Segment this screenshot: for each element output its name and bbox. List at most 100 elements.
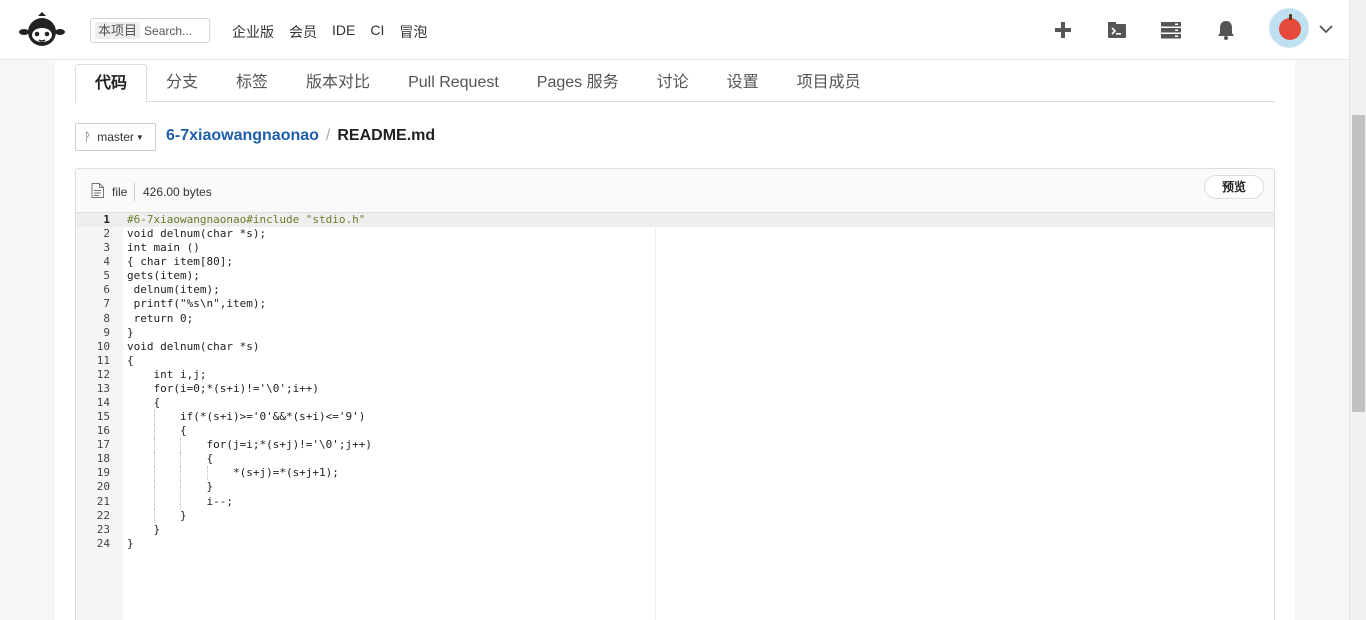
code-area: 1 #6-7xiaowangnaonao#include "stdio.h" 2 vo… — [76, 213, 1274, 620]
code-text: int i,j; — [127, 367, 207, 381]
branch-selector[interactable]: ᚹ master ▼ — [75, 123, 156, 151]
code-line: 23 } — [76, 523, 1274, 537]
code-line: 21 i--; — [76, 494, 1274, 509]
code-line: 7 printf("%s\n",item); — [76, 297, 1274, 311]
code-line: 2 void delnum(char *s); — [76, 227, 1274, 241]
line-number: 1 — [103, 213, 110, 226]
file-viewer: file 426.00 bytes 预览 1 #6-7xiaowangnaonao… — [75, 168, 1275, 620]
search-box[interactable]: 本项目 — [90, 18, 210, 43]
code-text: #6-7xiaowangnaonao#include "stdio.h" — [127, 213, 366, 226]
line-number: 16 — [96, 424, 110, 438]
search-scope-label[interactable]: 本项目 — [95, 22, 141, 39]
tab-members[interactable]: 项目成员 — [778, 64, 880, 102]
code-text: { char item[80]; — [127, 255, 233, 269]
line-number: 7 — [103, 297, 110, 311]
code-line: 8 return 0; — [76, 312, 1274, 326]
line-number: 14 — [96, 396, 110, 410]
code-text: } — [127, 480, 214, 494]
code-line: 11 { — [76, 354, 1274, 368]
code-text: if(*(s+i)>='0'&&*(s+i)<='9') — [127, 410, 366, 424]
file-header: file 426.00 bytes 预览 — [76, 169, 1274, 213]
code-line: 22 } — [76, 508, 1274, 523]
nav-bubble[interactable]: 冒泡 — [399, 22, 427, 42]
bell-icon[interactable] — [1214, 18, 1238, 42]
code-text: } — [127, 536, 134, 550]
avatar-apple-icon — [1279, 18, 1301, 40]
code-line: 17 for(j=i;*(s+j)!='\0';j++) — [76, 438, 1274, 453]
branch-icon: ᚹ — [84, 130, 92, 144]
line-number: 21 — [96, 494, 110, 508]
nav-ci[interactable]: CI — [370, 22, 384, 42]
line-number: 2 — [103, 227, 110, 241]
breadcrumb-separator: / — [325, 127, 331, 144]
code-text: } — [127, 508, 187, 522]
code-line: 4 { char item[80]; — [76, 255, 1274, 269]
tab-compare[interactable]: 版本对比 — [287, 64, 389, 102]
code-line: 12 int i,j; — [76, 368, 1274, 382]
code-text: printf("%s\n",item); — [127, 297, 267, 311]
code-line: 3 int main () — [76, 241, 1274, 255]
line-number: 11 — [96, 353, 110, 367]
coding-logo-icon[interactable] — [18, 12, 66, 48]
repo-content: 代码 分支 标签 版本对比 Pull Request Pages 服务 讨论 设… — [55, 60, 1295, 620]
line-number: 23 — [96, 522, 110, 536]
code-line: 19 *(s+j)=*(s+j+1); — [76, 466, 1274, 481]
code-line: 16 { — [76, 424, 1274, 439]
plus-icon[interactable] — [1051, 18, 1075, 42]
terminal-icon[interactable] — [1105, 18, 1129, 42]
code-text: { — [127, 396, 161, 410]
tab-pages[interactable]: Pages 服务 — [518, 64, 638, 102]
search-input[interactable] — [144, 23, 209, 38]
breadcrumb-repo-link[interactable]: 6-7xiaowangnaonao — [166, 127, 319, 145]
code-line: 6 delnum(item); — [76, 283, 1274, 297]
code-line: 9} — [76, 326, 1274, 340]
tab-code[interactable]: 代码 — [75, 64, 148, 103]
code-text: void delnum(char *s) — [127, 339, 260, 353]
line-number: 15 — [96, 410, 110, 424]
nav-enterprise[interactable]: 企业版 — [232, 22, 274, 42]
tab-pull-request[interactable]: Pull Request — [389, 64, 518, 102]
line-number: 8 — [103, 311, 110, 325]
code-text: { — [127, 452, 214, 466]
line-number: 24 — [96, 536, 110, 550]
line-number: 19 — [96, 466, 110, 480]
chevron-down-icon[interactable] — [1318, 22, 1334, 36]
tab-discussion[interactable]: 讨论 — [638, 64, 708, 102]
code-text: return 0; — [127, 311, 194, 325]
file-type-label: file — [112, 185, 128, 199]
code-line: 15 if(*(s+i)>='0'&&*(s+i)<='9') — [76, 410, 1274, 425]
avatar[interactable] — [1269, 8, 1309, 48]
tab-settings[interactable]: 设置 — [708, 64, 778, 102]
code-line: 14 { — [76, 396, 1274, 410]
line-number: 20 — [96, 480, 110, 494]
tab-tags[interactable]: 标签 — [217, 64, 287, 102]
code-line: 18 { — [76, 452, 1274, 467]
nav-ide[interactable]: IDE — [332, 22, 355, 42]
breadcrumb-file: README.md — [337, 127, 436, 144]
file-size-label: 426.00 bytes — [143, 185, 212, 199]
code-text: { — [127, 424, 187, 438]
line-number: 13 — [96, 381, 110, 395]
line-number: 18 — [96, 452, 110, 466]
line-number: 9 — [103, 325, 110, 339]
line-number: 3 — [103, 241, 110, 255]
caret-down-icon: ▼ — [135, 132, 144, 142]
server-icon[interactable] — [1159, 18, 1183, 42]
code-line: 20 } — [76, 480, 1274, 495]
code-text: } — [127, 522, 161, 536]
tab-branches[interactable]: 分支 — [147, 64, 217, 102]
repo-tabs: 代码 分支 标签 版本对比 Pull Request Pages 服务 讨论 设… — [75, 64, 1275, 103]
code-text: } — [127, 325, 134, 339]
nav-membership[interactable]: 会员 — [289, 22, 317, 42]
code-line: 5 gets(item); — [76, 269, 1274, 283]
code-text: int main () — [127, 241, 200, 255]
page-scrollbar[interactable] — [1349, 0, 1366, 620]
scrollbar-thumb[interactable] — [1352, 115, 1365, 412]
code-text: { — [127, 353, 134, 367]
preview-button[interactable]: 预览 — [1204, 175, 1264, 199]
line-number: 22 — [96, 508, 110, 522]
line-number: 17 — [96, 438, 110, 452]
line-number: 4 — [103, 255, 110, 269]
code-text: delnum(item); — [127, 283, 220, 297]
avatar-stem — [1289, 14, 1292, 20]
